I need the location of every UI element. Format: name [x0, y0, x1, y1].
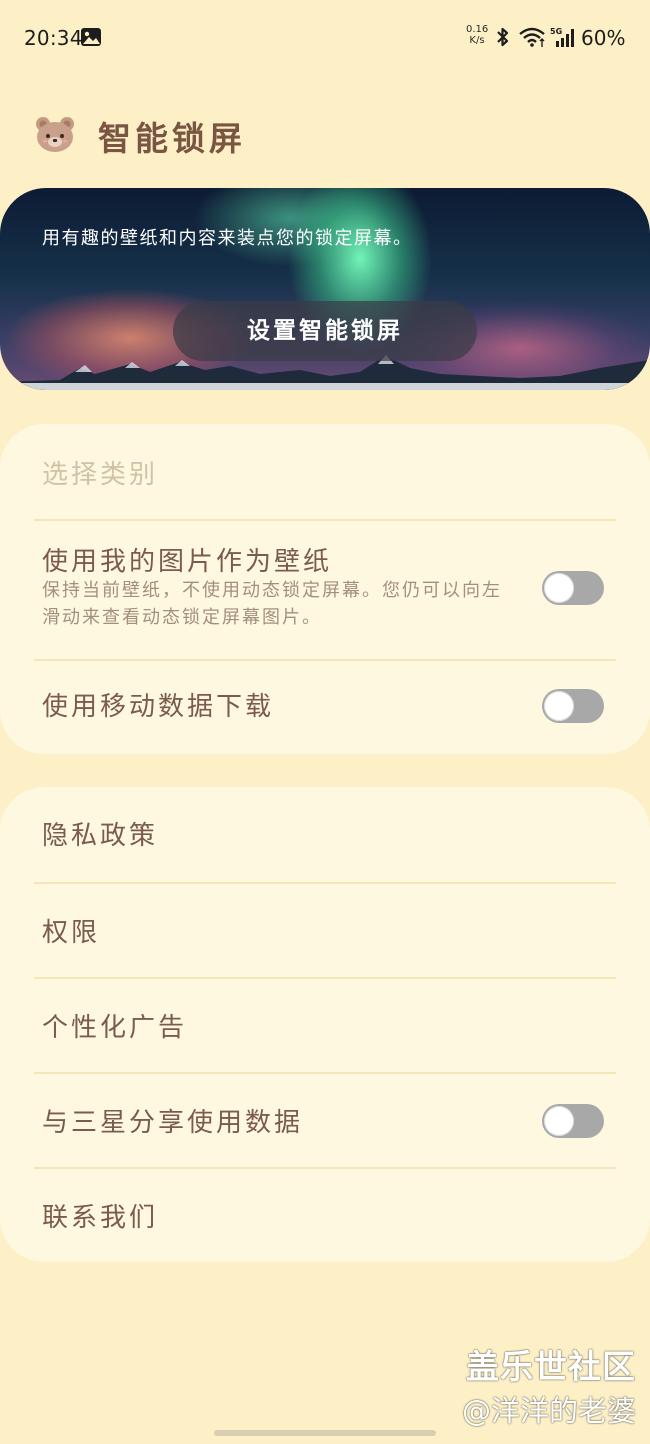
category-row[interactable]: 选择类别 — [34, 424, 616, 520]
setup-smart-lockscreen-button[interactable]: 设置智能锁屏 — [173, 301, 477, 361]
status-time: 20:34 — [24, 26, 83, 50]
mobile-data-row[interactable]: 使用移动数据下载 — [34, 661, 616, 754]
use-my-pictures-row[interactable]: 使用我的图片作为壁纸 保持当前壁纸，不使用动态锁定屏幕。您仍可以向左滑动来查看动… — [34, 521, 616, 659]
bluetooth-icon — [497, 27, 509, 47]
aurora-banner: 用有趣的壁纸和内容来装点您的锁定屏幕。 设置智能锁屏 — [0, 188, 650, 390]
select-category-label: 选择类别 — [42, 460, 159, 490]
use-my-pictures-description: 保持当前壁纸，不使用动态锁定屏幕。您仍可以向左滑动来查看动态锁定屏幕图片。 — [42, 580, 502, 628]
wifi-icon — [519, 27, 545, 47]
use-my-pictures-title: 使用我的图片作为壁纸 — [42, 547, 333, 577]
personalized-ads-row[interactable]: 个性化广告 — [34, 979, 616, 1072]
contact-us-row[interactable]: 联系我们 — [34, 1169, 616, 1262]
share-data-toggle[interactable] — [542, 1104, 604, 1138]
toggle-knob — [544, 573, 574, 603]
mobile-data-toggle[interactable] — [542, 689, 604, 723]
gallery-icon — [81, 28, 101, 46]
mobile-data-title: 使用移动数据下载 — [42, 692, 275, 722]
contact-us-label: 联系我们 — [42, 1203, 159, 1233]
share-data-label: 与三星分享使用数据 — [42, 1108, 304, 1138]
links-card: 隐私政策 权限 个性化广告 与三星分享使用数据 联系我们 — [0, 787, 650, 1262]
app-header: 智能锁屏 — [0, 100, 650, 170]
privacy-policy-row[interactable]: 隐私政策 — [34, 787, 616, 882]
bear-face-icon — [36, 117, 74, 152]
toggle-knob — [544, 691, 574, 721]
permissions-label: 权限 — [42, 918, 101, 948]
network-speed: 0.16 K/s — [466, 24, 489, 46]
svg-text:5G: 5G — [550, 27, 562, 36]
watermark-community: 盖乐世社区 — [466, 1347, 636, 1386]
privacy-policy-label: 隐私政策 — [42, 821, 159, 851]
page-title: 智能锁屏 — [98, 119, 246, 158]
toggle-knob — [544, 1106, 574, 1136]
banner-description: 用有趣的壁纸和内容来装点您的锁定屏幕。 — [42, 228, 413, 249]
use-my-pictures-toggle[interactable] — [542, 571, 604, 605]
status-bar: 20:34 0.16 K/s 5G 60% — [0, 0, 650, 76]
personalized-ads-label: 个性化广告 — [42, 1013, 188, 1043]
signal-5g-icon: 5G — [550, 27, 574, 47]
battery-level: 60% — [581, 26, 626, 50]
home-indicator[interactable] — [214, 1430, 436, 1436]
permissions-row[interactable]: 权限 — [34, 884, 616, 977]
share-data-row[interactable]: 与三星分享使用数据 — [34, 1074, 616, 1167]
watermark-user: @洋洋的老婆 — [461, 1394, 636, 1428]
settings-card: 选择类别 使用我的图片作为壁纸 保持当前壁纸，不使用动态锁定屏幕。您仍可以向左滑… — [0, 424, 650, 754]
